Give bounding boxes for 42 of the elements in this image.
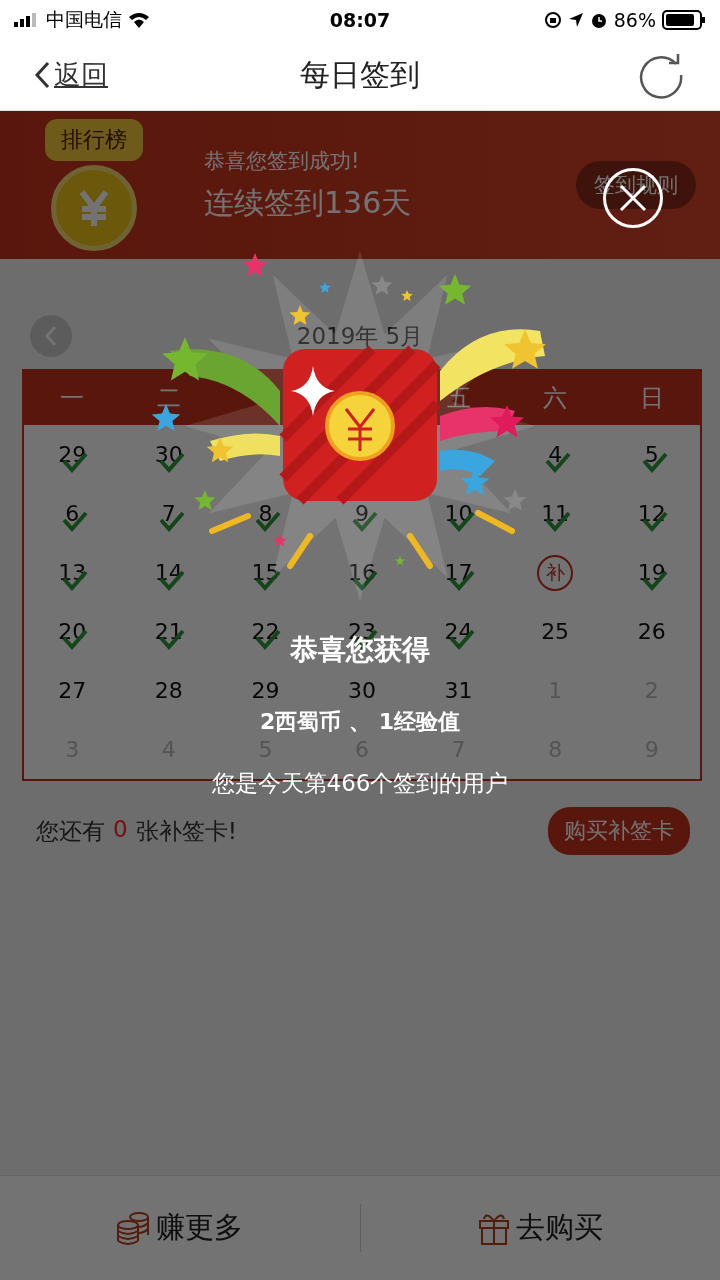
cards-left-label: 您还有	[36, 816, 105, 846]
calendar-day[interactable]: 25	[541, 619, 570, 644]
battery-percent: 86%	[613, 9, 656, 31]
page-title: 每日签到	[300, 55, 420, 94]
calendar-day[interactable]: 9	[355, 501, 369, 526]
gift-icon	[477, 1211, 510, 1245]
ranking-tag[interactable]: 排行榜	[45, 119, 143, 161]
month-title: 2019年 5月	[295, 321, 425, 351]
weekday-header: 日	[638, 383, 665, 414]
location-arrow-icon	[567, 12, 584, 28]
back-link[interactable]: 返回	[34, 57, 174, 93]
calendar-day[interactable]: 7	[161, 501, 176, 526]
calendar-day[interactable]: 28	[154, 678, 183, 703]
calendar-day[interactable]: 29	[251, 678, 280, 703]
bottom-tab[interactable]: 赚更多	[0, 1207, 360, 1249]
reward-text: 2西蜀币 、 1经验值	[260, 709, 460, 735]
rotation-lock-icon	[543, 11, 562, 29]
wifi-icon	[128, 12, 150, 28]
weekday-header: 二	[155, 383, 182, 414]
clock-time: 08:07	[329, 9, 391, 31]
alarm-icon	[589, 11, 608, 29]
coins-icon	[116, 1211, 151, 1245]
calendar-day[interactable]: 26	[637, 619, 666, 644]
cards-left-count: 0	[113, 815, 128, 844]
calendar-day[interactable]: 4	[548, 442, 563, 467]
calendar-day[interactable]: 8	[258, 501, 273, 526]
calendar-day[interactable]: 6	[65, 501, 80, 526]
cards-left-suffix: 张补签卡!	[135, 816, 237, 846]
carrier-name: 中国电信	[46, 7, 122, 32]
calendar-day[interactable]: 27	[58, 678, 87, 703]
streak-text: 连续签到136天	[204, 183, 413, 222]
chevron-left-icon	[34, 61, 50, 89]
weekday-header: 六	[542, 383, 569, 414]
calendar-day[interactable]: 30	[348, 678, 376, 703]
makeup-stamp[interactable]: 补	[537, 554, 574, 591]
buy-makeup-card-button[interactable]: 购买补签卡	[548, 807, 690, 855]
battery-icon	[662, 10, 706, 30]
calendar-day[interactable]: 31	[444, 678, 473, 703]
weekday-header: 一	[59, 383, 86, 414]
calendar-day[interactable]: 5	[644, 442, 659, 467]
success-message: 恭喜您签到成功!	[204, 147, 361, 175]
calendar-day[interactable]: 17	[444, 560, 473, 585]
